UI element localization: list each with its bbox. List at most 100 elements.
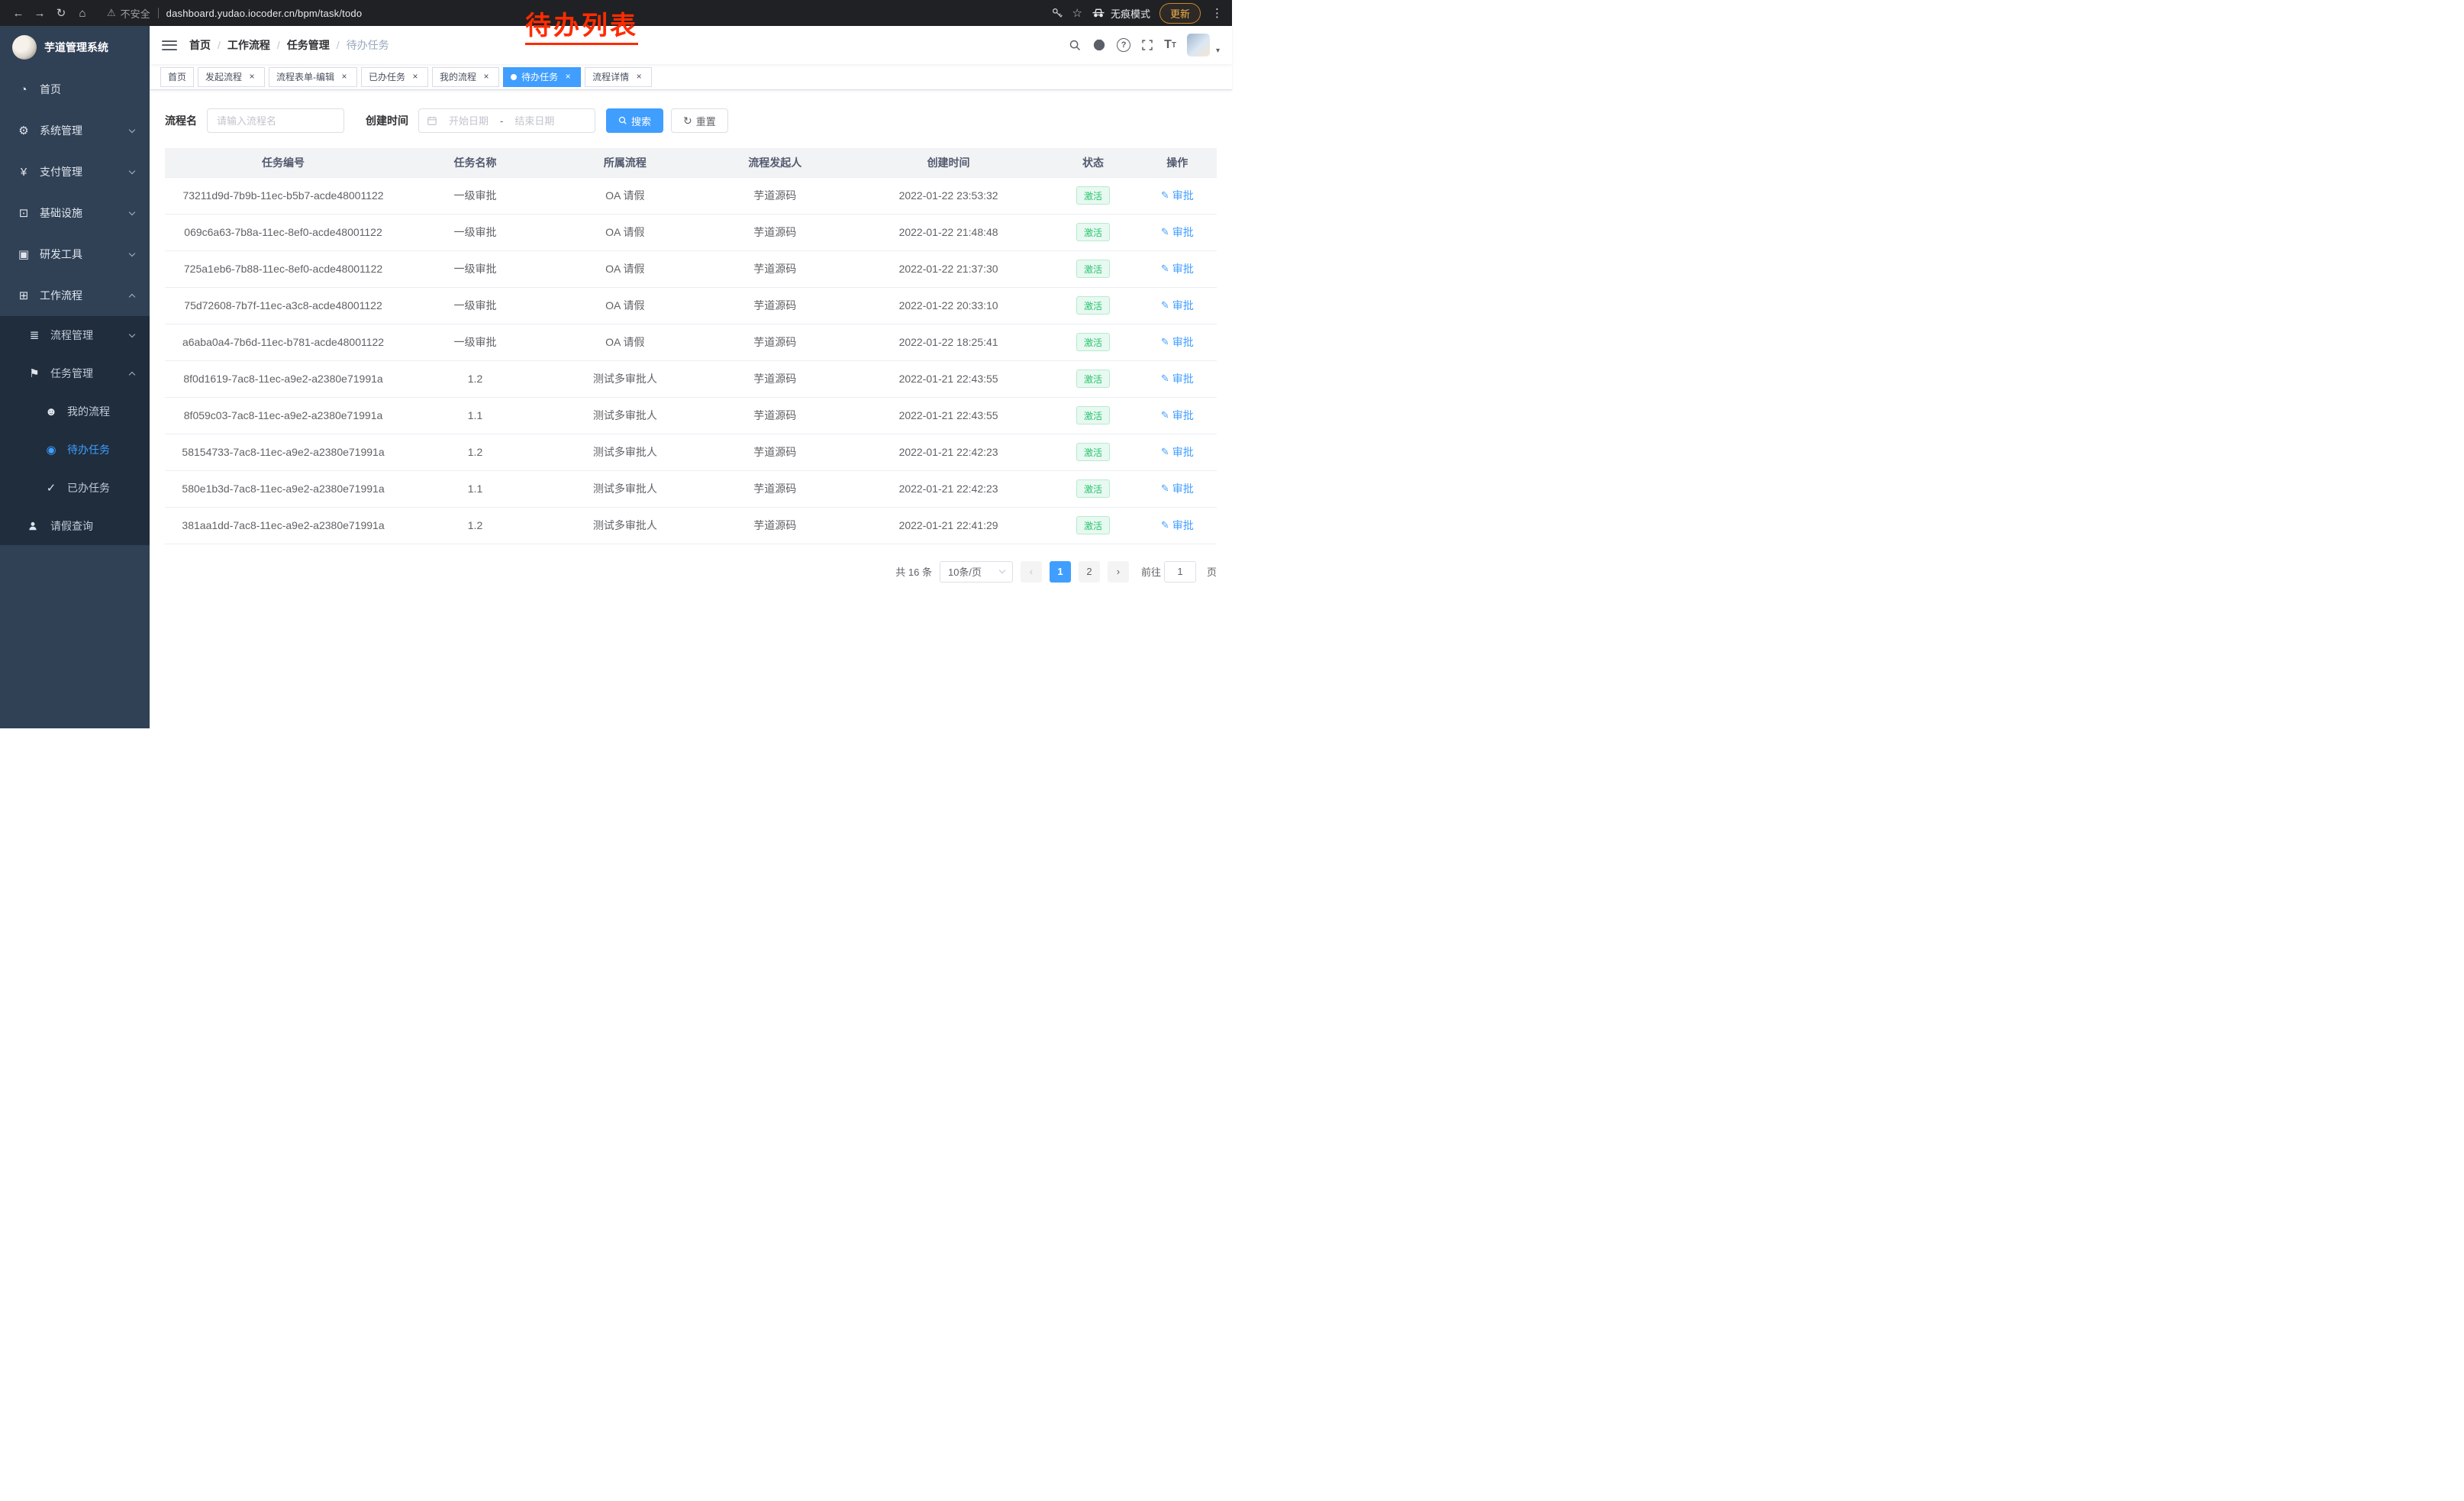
sidebar-item-task-mgmt[interactable]: ⚑ 任务管理 (0, 354, 150, 392)
sidebar-item-home[interactable]: ◔ 首页 (0, 69, 150, 110)
end-date-input[interactable] (506, 115, 563, 127)
page-button-1[interactable]: 1 (1050, 561, 1071, 583)
edit-icon: ✎ (1161, 373, 1169, 385)
edit-icon: ✎ (1161, 189, 1169, 202)
approve-link[interactable]: ✎审批 (1161, 408, 1194, 423)
cell-initiator: 芋道源码 (701, 397, 849, 434)
breadcrumb-workflow[interactable]: 工作流程 (227, 37, 270, 53)
cell-process: OA 请假 (549, 214, 701, 250)
tab-process-detail[interactable]: 流程详情 × (585, 67, 652, 87)
tab-close-icon[interactable]: × (410, 72, 421, 82)
search-button[interactable]: 搜索 (606, 108, 663, 133)
date-range-picker[interactable]: - (418, 108, 595, 133)
avatar-caret-icon[interactable]: ▾ (1216, 47, 1220, 56)
status-badge: 激活 (1076, 406, 1110, 424)
goto-page-input[interactable] (1164, 561, 1196, 583)
approve-link[interactable]: ✎审批 (1161, 481, 1194, 496)
todo-task-table: 任务编号 任务名称 所属流程 流程发起人 创建时间 状态 操作 73211d9d… (165, 148, 1217, 544)
table-row: 73211d9d-7b9b-11ec-b5b7-acde48001122 一级审… (165, 177, 1217, 214)
tab-home[interactable]: 首页 (160, 67, 194, 87)
tab-close-icon[interactable]: × (247, 72, 257, 82)
table-row: 725a1eb6-7b88-11ec-8ef0-acde48001122 一级审… (165, 250, 1217, 287)
app-title: 芋道管理系统 (44, 40, 108, 55)
column-task-id: 任务编号 (165, 148, 402, 177)
fullscreen-icon[interactable] (1141, 39, 1153, 51)
column-task-name: 任务名称 (402, 148, 549, 177)
approve-link[interactable]: ✎审批 (1161, 298, 1194, 313)
bookmark-star-icon[interactable]: ☆ (1072, 6, 1082, 20)
chrome-menu-icon[interactable]: ⋮ (1210, 6, 1224, 20)
sidebar-item-dev-tools[interactable]: ▣ 研发工具 (0, 234, 150, 275)
font-size-icon[interactable]: TT (1164, 38, 1176, 52)
cell-initiator: 芋道源码 (701, 214, 849, 250)
key-icon[interactable] (1051, 7, 1063, 19)
app-logo[interactable]: 芋道管理系统 (0, 26, 150, 69)
page-button-2[interactable]: 2 (1079, 561, 1100, 583)
sidebar-toggle[interactable] (162, 40, 177, 50)
cell-task-id: 725a1eb6-7b88-11ec-8ef0-acde48001122 (165, 250, 402, 287)
monitor-icon: ⊡ (17, 206, 31, 220)
search-icon[interactable] (1069, 39, 1082, 52)
edit-icon: ✎ (1161, 409, 1169, 421)
tab-close-icon[interactable]: × (339, 72, 350, 82)
tab-start-process[interactable]: 发起流程 × (198, 67, 265, 87)
help-icon[interactable]: ? (1117, 38, 1130, 52)
cell-created: 2022-01-22 20:33:10 (849, 287, 1049, 324)
forward-button[interactable]: → (29, 7, 50, 20)
edit-icon: ✎ (1161, 299, 1169, 311)
next-page-button[interactable]: › (1108, 561, 1129, 583)
tab-close-icon[interactable]: × (634, 72, 644, 82)
approve-link[interactable]: ✎审批 (1161, 444, 1194, 460)
approve-link[interactable]: ✎审批 (1161, 371, 1194, 386)
chevron-up-icon (129, 293, 135, 299)
approve-link[interactable]: ✎审批 (1161, 224, 1194, 240)
cell-task-id: 381aa1dd-7ac8-11ec-a9e2-a2380e71991a (165, 507, 402, 544)
reload-button[interactable]: ↻ (50, 6, 72, 20)
back-button[interactable]: ← (8, 7, 29, 20)
tab-close-icon[interactable]: × (481, 72, 492, 82)
process-name-input[interactable] (207, 108, 344, 133)
tab-todo-tasks[interactable]: 待办任务 × (503, 67, 581, 87)
sidebar: 芋道管理系统 ◔ 首页 ⚙ 系统管理 ¥ 支付管理 ⊡ (0, 26, 150, 728)
gear-icon: ⚙ (17, 124, 31, 137)
approve-link[interactable]: ✎审批 (1161, 334, 1194, 350)
sidebar-item-payment-mgmt[interactable]: ¥ 支付管理 (0, 151, 150, 192)
home-button[interactable]: ⌂ (72, 7, 93, 20)
sidebar-item-infrastructure[interactable]: ⊡ 基础设施 (0, 192, 150, 234)
sidebar-item-process-mgmt[interactable]: ≣ 流程管理 (0, 316, 150, 354)
tab-done-tasks[interactable]: 已办任务 × (361, 67, 428, 87)
chevron-down-icon (999, 567, 1005, 573)
sidebar-item-workflow[interactable]: ⊞ 工作流程 (0, 275, 150, 316)
tab-my-process[interactable]: 我的流程 × (432, 67, 499, 87)
sidebar-item-my-process[interactable]: ☻ 我的流程 (0, 392, 150, 431)
approve-link[interactable]: ✎审批 (1161, 518, 1194, 533)
table-row: 8f0d1619-7ac8-11ec-a9e2-a2380e71991a 1.2… (165, 360, 1217, 397)
reset-button[interactable]: ↻ 重置 (671, 108, 728, 133)
cell-created: 2022-01-21 22:43:55 (849, 360, 1049, 397)
tab-form-edit[interactable]: 流程表单-编辑 × (269, 67, 357, 87)
sidebar-item-leave-query[interactable]: 请假查询 (0, 507, 150, 545)
cell-task-id: a6aba0a4-7b6d-11ec-b781-acde48001122 (165, 324, 402, 360)
sidebar-item-todo-tasks[interactable]: ◉ 待办任务 (0, 431, 150, 469)
prev-page-button[interactable]: ‹ (1021, 561, 1042, 583)
breadcrumb-home[interactable]: 首页 (189, 37, 211, 53)
breadcrumb-separator: / (337, 39, 340, 51)
sidebar-item-system-mgmt[interactable]: ⚙ 系统管理 (0, 110, 150, 151)
update-button[interactable]: 更新 (1159, 3, 1201, 24)
create-time-label: 创建时间 (366, 113, 408, 128)
cell-task-id: 8f0d1619-7ac8-11ec-a9e2-a2380e71991a (165, 360, 402, 397)
sidebar-item-done-tasks[interactable]: ✓ 已办任务 (0, 469, 150, 507)
avatar[interactable] (1187, 34, 1210, 56)
tab-close-icon[interactable]: × (563, 72, 573, 82)
github-icon[interactable] (1092, 38, 1106, 52)
chevron-down-icon (129, 167, 135, 173)
page-size-select[interactable]: 10条/页 (940, 561, 1013, 583)
eye-icon: ◉ (44, 443, 58, 457)
approve-link[interactable]: ✎审批 (1161, 188, 1194, 203)
breadcrumb-separator: / (277, 39, 280, 51)
toolbox-icon: ▣ (17, 247, 31, 261)
address-bar[interactable]: ⚠ 不安全 dashboard.yudao.iocoder.cn/bpm/tas… (99, 2, 1045, 24)
approve-link[interactable]: ✎审批 (1161, 261, 1194, 276)
start-date-input[interactable] (440, 115, 497, 127)
breadcrumb-task-mgmt[interactable]: 任务管理 (287, 37, 330, 53)
